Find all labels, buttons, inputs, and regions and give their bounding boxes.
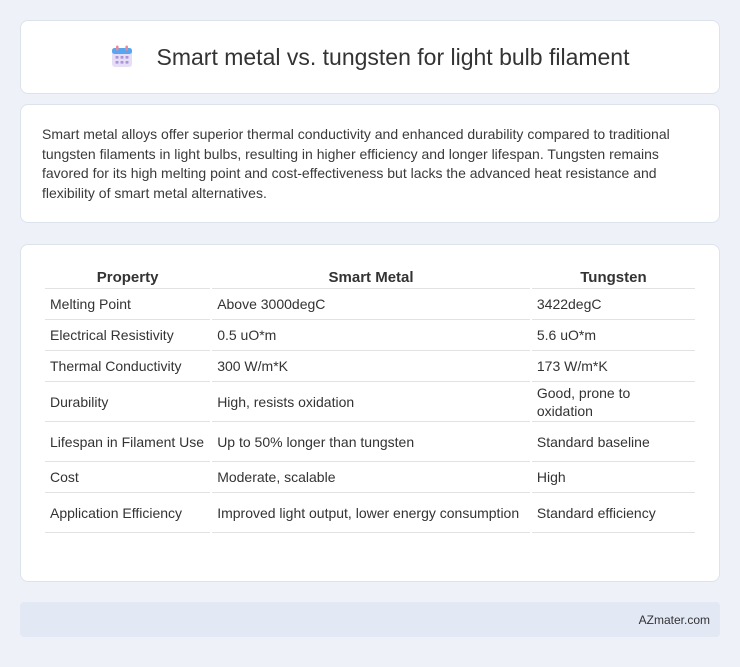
property-cell: Application Efficiency [45,493,211,533]
table-row: Durability High, resists oxidation Good,… [45,382,695,422]
property-cell: Cost [45,462,211,493]
calendar-icon [111,45,132,67]
smart-metal-cell: Above 3000degC [212,289,530,320]
table-row: Application Efficiency Improved light ou… [45,493,695,533]
smart-metal-cell: Improved light output, lower energy cons… [212,493,530,533]
summary-card: Smart metal alloys offer superior therma… [20,104,720,223]
table-row: Lifespan in Filament Use Up to 50% longe… [45,422,695,462]
property-cell: Melting Point [45,289,211,320]
page-title: Smart metal vs. tungsten for light bulb … [156,43,630,70]
tungsten-cell: 173 W/m*K [531,351,695,382]
property-cell: Lifespan in Filament Use [45,422,211,462]
table-header-row: Property Smart Metal Tungsten [45,262,695,289]
table-row: Thermal Conductivity 300 W/m*K 173 W/m*K [45,351,695,382]
smart-metal-cell: 0.5 uO*m [212,320,530,351]
comparison-table: Property Smart Metal Tungsten Melting Po… [43,262,697,533]
property-cell: Durability [45,382,211,422]
column-header-property: Property [45,262,211,289]
table-row: Melting Point Above 3000degC 3422degC [45,289,695,320]
table-row: Electrical Resistivity 0.5 uO*m 5.6 uO*m [45,320,695,351]
tungsten-cell: High [531,462,695,493]
smart-metal-cell: Up to 50% longer than tungsten [212,422,530,462]
smart-metal-cell: Moderate, scalable [212,462,530,493]
smart-metal-cell: 300 W/m*K [212,351,530,382]
tungsten-cell: 3422degC [531,289,695,320]
table-row: Cost Moderate, scalable High [45,462,695,493]
comparison-card: Property Smart Metal Tungsten Melting Po… [20,244,720,582]
summary-text: Smart metal alloys offer superior therma… [42,126,670,201]
column-header-tungsten: Tungsten [531,262,695,289]
tungsten-cell: Good, prone to oxidation [531,382,695,422]
column-header-smart-metal: Smart Metal [212,262,530,289]
tungsten-cell: 5.6 uO*m [531,320,695,351]
property-cell: Thermal Conductivity [45,351,211,382]
smart-metal-cell: High, resists oxidation [212,382,530,422]
footer-site-name: AZmater.com [638,612,710,627]
property-cell: Electrical Resistivity [45,320,211,351]
tungsten-cell: Standard baseline [531,422,695,462]
title-card: Smart metal vs. tungsten for light bulb … [20,20,720,94]
tungsten-cell: Standard efficiency [531,493,695,533]
footer: AZmater.com [20,602,720,637]
